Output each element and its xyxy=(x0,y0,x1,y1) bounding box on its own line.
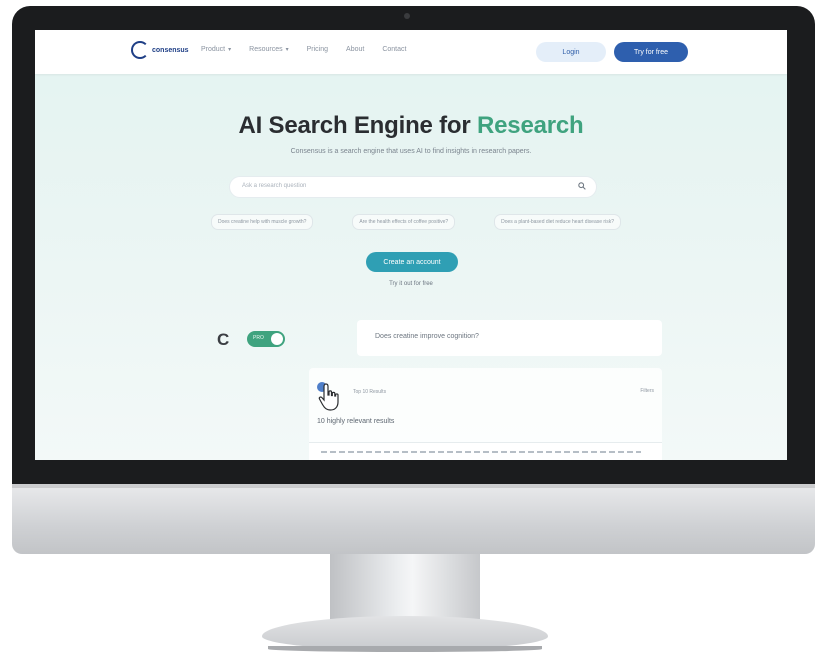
result-row-preview xyxy=(309,442,662,460)
example-queries: Does creatine help with muscle growth? A… xyxy=(211,214,621,230)
screen: consensus Product ▾ Resources ▾ Pricing … xyxy=(35,30,787,460)
toggle-label: PRO xyxy=(253,335,264,341)
toggle-knob xyxy=(271,333,283,345)
pro-toggle[interactable]: PRO xyxy=(247,331,285,347)
logo-icon xyxy=(131,41,149,59)
consensus-c-glyph: C xyxy=(217,330,230,349)
results-source-label: Top 10 Results xyxy=(353,389,387,395)
hand-cursor-icon xyxy=(318,383,339,411)
chevron-down-icon: ▾ xyxy=(285,47,289,53)
result-text-line xyxy=(321,451,641,453)
login-button[interactable]: Login xyxy=(536,42,606,62)
page-title-accent: Research xyxy=(477,112,584,139)
example-query-chip[interactable]: Are the health effects of coffee positiv… xyxy=(352,214,456,230)
nav-links: Product ▾ Resources ▾ Pricing About Cont… xyxy=(201,46,406,53)
nav-link-label: Contact xyxy=(382,46,407,53)
page-title: AI Search Engine for Research xyxy=(35,112,787,140)
monitor-chin xyxy=(12,484,815,554)
monitor-stand-base xyxy=(262,616,548,650)
chin-shadow xyxy=(12,484,815,488)
page-subtitle: Consensus is a search engine that uses A… xyxy=(290,148,532,155)
search-input[interactable]: Ask a research question xyxy=(229,176,597,198)
example-query-chip[interactable]: Does creatine help with muscle growth? xyxy=(211,214,314,230)
nav-link-about[interactable]: About xyxy=(346,46,364,53)
nav-link-label: Pricing xyxy=(306,46,329,53)
page-title-main: AI Search Engine for xyxy=(238,112,478,139)
monitor-stand-edge xyxy=(268,646,542,652)
logo-text: consensus xyxy=(152,46,189,54)
filter-button[interactable]: Filters xyxy=(640,388,654,394)
results-heading: 10 highly relevant results xyxy=(317,418,395,425)
chevron-down-icon: ▾ xyxy=(228,47,232,53)
search-placeholder: Ask a research question xyxy=(242,183,307,189)
nav-link-pricing[interactable]: Pricing xyxy=(307,46,328,53)
example-query-chip[interactable]: Does a plant-based diet reduce heart dis… xyxy=(494,214,621,230)
create-account-button[interactable]: Create an account xyxy=(366,252,458,272)
nav-link-resources[interactable]: Resources ▾ xyxy=(249,46,288,53)
question-card: Does creatine improve cognition? xyxy=(357,320,662,356)
nav-link-label: Product xyxy=(201,46,226,53)
monitor-stand-neck xyxy=(330,554,480,624)
nav-link-product[interactable]: Product ▾ xyxy=(201,46,231,53)
question-text: Does creatine improve cognition? xyxy=(375,333,479,340)
nav-link-label: About xyxy=(346,46,365,53)
logo[interactable]: consensus xyxy=(131,41,189,59)
search-icon[interactable] xyxy=(578,182,586,190)
webcam-icon xyxy=(404,13,410,19)
nav-link-label: Resources xyxy=(249,46,283,53)
nav-link-contact[interactable]: Contact xyxy=(382,46,406,53)
top-nav: consensus Product ▾ Resources ▾ Pricing … xyxy=(35,30,787,74)
try-free-link[interactable]: Try it out for free xyxy=(35,281,787,287)
try-for-free-button[interactable]: Try for free xyxy=(614,42,688,62)
